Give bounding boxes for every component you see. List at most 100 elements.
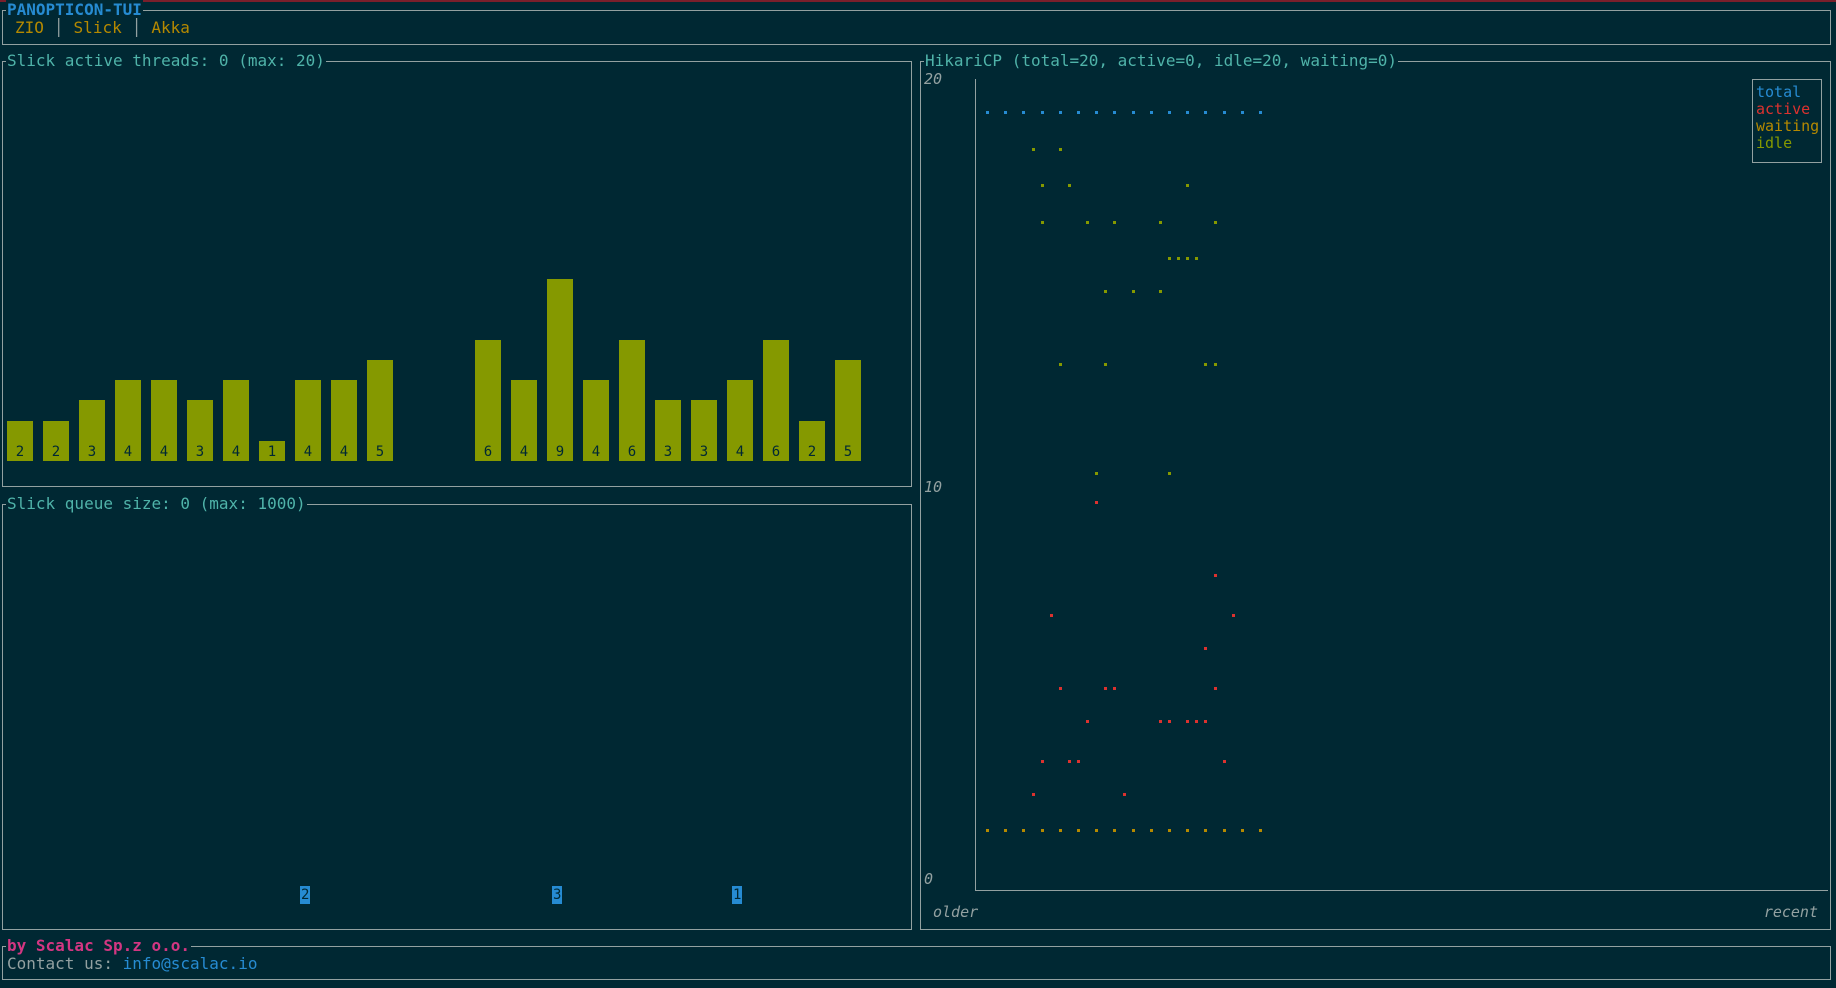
active-point: [1195, 719, 1199, 723]
idle-point: [1158, 220, 1162, 224]
active-point: [1058, 687, 1062, 691]
idle-point: [1086, 220, 1090, 224]
bar-value-label: 4: [591, 443, 601, 460]
active-point: [1067, 760, 1071, 764]
bar-value-label: 4: [303, 443, 313, 460]
idle-point: [1186, 184, 1190, 188]
total-point: [1113, 111, 1117, 115]
waiting-point: [986, 829, 989, 833]
total-point: [1186, 111, 1190, 115]
tab-separator: │: [53, 18, 64, 37]
thread-bar: 3: [655, 400, 681, 461]
idle-point: [1040, 220, 1044, 224]
idle-point: [1204, 362, 1208, 366]
footer-title: by Scalac Sp.z o.o.: [6, 936, 192, 956]
hikaricp-title: HikariCP (total=20, active=0, idle=20, w…: [924, 51, 1399, 71]
idle-point: [1195, 257, 1199, 261]
thread-bar: 3: [79, 400, 105, 461]
tab-separator: │: [131, 18, 142, 37]
thread-bar: 6: [619, 339, 645, 461]
contact-line: Contact us: info@scalac.io: [7, 954, 257, 973]
idle-point: [1095, 472, 1099, 476]
active-threads-title: Slick active threads: 0 (max: 20): [6, 51, 326, 71]
total-point: [1240, 111, 1244, 115]
app-title: PANOPTICON-TUI: [6, 0, 143, 20]
idle-point: [1113, 220, 1117, 224]
waiting-point: [1149, 829, 1153, 833]
waiting-point: [1113, 829, 1117, 833]
waiting-point: [1259, 829, 1262, 833]
active-point: [1049, 614, 1053, 618]
thread-bar: 6: [763, 339, 789, 461]
queue-size-title: Slick queue size: 0 (max: 1000): [6, 494, 307, 514]
waiting-point: [1058, 829, 1062, 833]
tab-bar: ZIO │ Slick │ Akka: [15, 18, 190, 37]
tab-akka[interactable]: Akka: [151, 18, 190, 37]
total-point: [1022, 111, 1026, 115]
y-tick-label: 20: [924, 70, 943, 88]
idle-point: [1031, 147, 1035, 151]
y-tick-label: 10: [924, 478, 943, 496]
idle-point: [1177, 257, 1181, 261]
active-point: [1031, 792, 1035, 796]
bar-value-label: 1: [267, 443, 277, 460]
idle-point: [1104, 289, 1108, 293]
active-point: [1213, 687, 1217, 691]
x-label-older: older: [933, 903, 979, 921]
waiting-point: [1040, 829, 1044, 833]
total-point: [1204, 111, 1208, 115]
total-point: [1095, 111, 1099, 115]
thread-bar: 4: [151, 380, 177, 461]
thread-bar: 3: [691, 400, 717, 461]
active-point: [1222, 760, 1226, 764]
total-point: [1131, 111, 1135, 115]
queue-size-panel: Slick queue size: 0 (max: 1000) 2 3 1: [2, 494, 912, 930]
thread-bar: 1: [259, 440, 285, 461]
thread-bar: 4: [511, 380, 537, 461]
total-point: [1077, 111, 1080, 115]
tabs-panel: PANOPTICON-TUI ZIO │ Slick │ Akka: [2, 0, 1831, 45]
active-point: [1122, 792, 1126, 796]
bar-value-label: 5: [375, 444, 385, 460]
active-point: [1113, 687, 1117, 691]
hikaricp-panel: HikariCP (total=20, active=0, idle=20, w…: [920, 51, 1831, 930]
thread-bar: 2: [7, 420, 33, 461]
thread-bar: 3: [187, 400, 213, 461]
idle-point: [1168, 257, 1171, 261]
idle-point: [1168, 472, 1171, 476]
waiting-point: [1222, 829, 1226, 833]
thread-bar: 4: [115, 380, 141, 461]
tab-zio[interactable]: ZIO: [15, 18, 44, 37]
x-label-recent: recent: [1763, 903, 1818, 921]
hikaricp-scatter-plot: [976, 79, 1828, 890]
bar-value-label: 3: [87, 443, 97, 460]
active-point: [1040, 760, 1044, 764]
legend-active: active: [1756, 100, 1811, 118]
idle-point: [1213, 362, 1217, 366]
waiting-point: [1204, 829, 1208, 833]
thread-bar: 6: [475, 339, 501, 461]
footer-panel: by Scalac Sp.z o.o. Contact us: info@sca…: [2, 936, 1831, 980]
idle-point: [1186, 257, 1190, 261]
tab-slick[interactable]: Slick: [74, 18, 122, 37]
thread-bar: 9: [547, 279, 573, 461]
waiting-point: [1095, 829, 1099, 833]
idle-point: [1040, 184, 1044, 188]
bar-value-label: 4: [735, 443, 745, 460]
contact-email-link[interactable]: info@scalac.io: [123, 954, 258, 973]
idle-point: [1067, 184, 1071, 188]
active-point: [1186, 719, 1190, 723]
active-point: [1104, 687, 1108, 691]
active-point: [1213, 573, 1217, 577]
total-point: [1149, 111, 1153, 115]
chart-legend: total active waiting idle: [1752, 79, 1822, 163]
total-point: [1168, 111, 1171, 115]
thread-bar: 4: [295, 380, 321, 461]
bar-value-label: 4: [123, 443, 133, 460]
bar-value-label: 6: [771, 443, 781, 460]
waiting-point: [1131, 829, 1135, 833]
total-point: [1058, 111, 1062, 115]
bar-value-label: 4: [519, 443, 529, 460]
total-point: [1222, 111, 1226, 115]
active-point: [1077, 760, 1080, 764]
